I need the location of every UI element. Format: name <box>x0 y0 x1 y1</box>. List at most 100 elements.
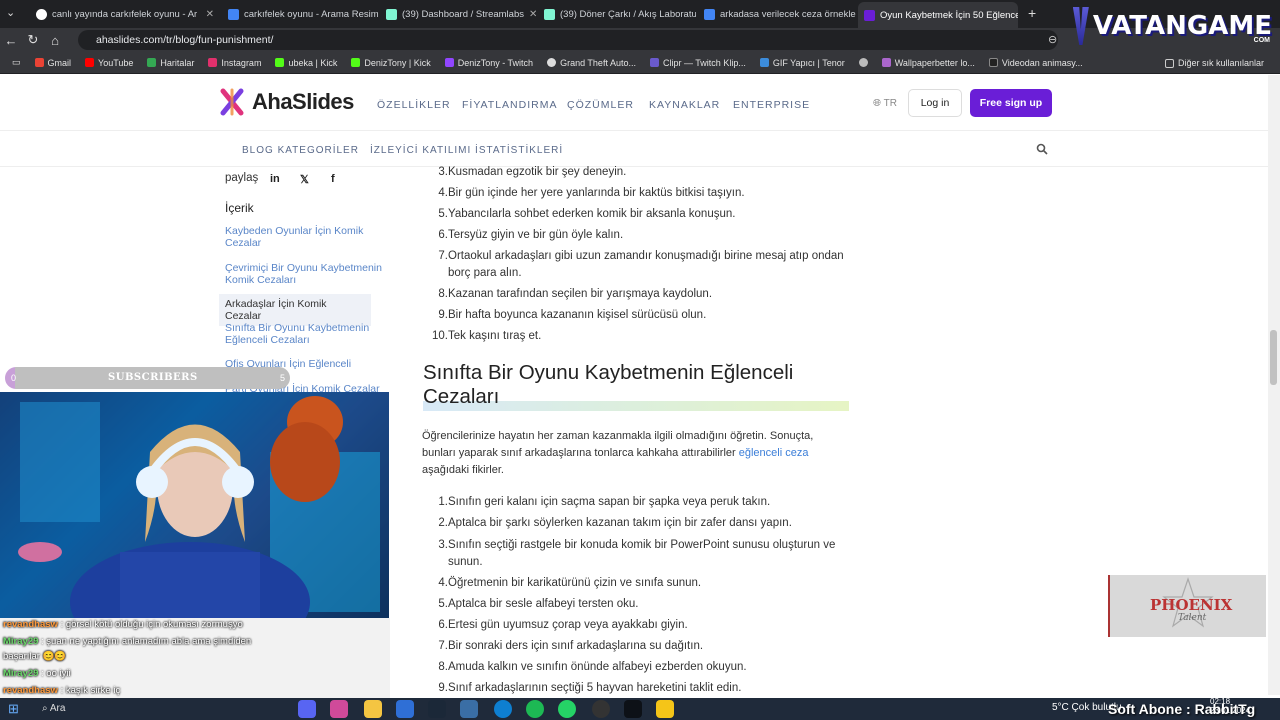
brand-logo[interactable]: AhaSlides <box>220 88 354 116</box>
list-text: Amuda kalkın ve sınıfın önünde alfabeyi … <box>448 661 747 673</box>
list-number: 4. <box>438 187 448 199</box>
taskbar-clock[interactable]: 02:18 23.01.2024 <box>1210 697 1250 715</box>
menu-pricing[interactable]: FİYATLANDIRMA <box>462 99 557 111</box>
tab-title: arkadasa verilecek ceza örnekleri <box>720 8 856 20</box>
bookmark-label: Clipr — Twitch Klip... <box>662 57 746 68</box>
browser-tab-1[interactable]: canlı yayında carkıfelek oyunu - Ar ✕ <box>30 4 220 24</box>
list-number: 4. <box>438 577 448 589</box>
app-icon[interactable] <box>656 700 674 718</box>
menu-solutions[interactable]: ÇÖZÜMLER <box>567 99 634 111</box>
tab-title: carkıfelek oyunu - Arama Resimler <box>244 8 378 20</box>
facebook-icon[interactable]: f <box>331 173 335 185</box>
list-item: 4. Bir gün içinde her yere yanlarında bir… <box>430 185 850 202</box>
list-item: 3. Sınıfın seçtiği rastgele bir konuda ko… <box>430 537 850 568</box>
browser-tab-3[interactable]: (39) Dashboard / Streamlabs ✕ <box>380 4 536 24</box>
bookmark-twitch[interactable]: DenizTony - Twitch <box>439 58 539 68</box>
bookmark-youtube[interactable]: YouTube <box>79 58 139 68</box>
bookmark-kick-deniztony[interactable]: DenizTony | Kick <box>345 58 436 68</box>
tab-favicon-icon <box>544 8 555 20</box>
reload-icon[interactable]: ↻ <box>22 32 44 48</box>
bookmark-wallpaper[interactable]: Wallpaperbetter lo... <box>876 58 981 68</box>
steam-icon[interactable] <box>428 700 446 718</box>
chat-message: revandhasw : görsel kötü olduğu için oku… <box>3 619 243 630</box>
other-bookmarks[interactable]: Diğer sık kullanılanlar <box>1159 58 1270 68</box>
vatangame-overlay: VATANGAME <box>1072 4 1272 48</box>
vatangame-v-icon <box>1072 7 1089 45</box>
linkedin-icon[interactable]: in <box>270 173 280 185</box>
x-twitter-icon[interactable]: 𝕏 <box>300 173 309 186</box>
bookmark-clipr[interactable]: Clipr — Twitch Klip... <box>644 58 752 68</box>
bookmark-maps[interactable]: Haritalar <box>141 58 200 68</box>
browser-tab-active[interactable]: Oyun Kaybetmek İçin 50 Eğlenceli ✕ <box>858 2 1018 28</box>
obs-icon[interactable] <box>592 700 610 718</box>
taskbar-search[interactable]: ⌕ Ara <box>42 703 65 714</box>
bookmark-globe[interactable] <box>853 58 874 67</box>
subnav-blog-categories[interactable]: BLOG KATEGORİLER <box>242 145 359 156</box>
tab-menu-icon[interactable]: ⌄ <box>6 6 15 19</box>
toc-item[interactable]: Sınıfta Bir Oyunu Kaybetmenin Eğlenceli … <box>225 322 390 346</box>
app-icon[interactable] <box>624 700 642 718</box>
fun-punishment-link[interactable]: eğlenceli ceza <box>739 447 809 459</box>
new-tab-icon[interactable]: + <box>1028 5 1036 21</box>
menu-enterprise[interactable]: ENTERPRISE <box>733 99 810 111</box>
browser-tab-2[interactable]: carkıfelek oyunu - Arama Resimler ✕ <box>222 4 378 24</box>
webcam-streamer-image <box>0 392 389 618</box>
bookmark-tenor[interactable]: GIF Yapıcı | Tenor <box>754 58 851 68</box>
bookmark-kick-ubeka[interactable]: ubeka | Kick <box>269 58 343 68</box>
toc-item[interactable]: Kaybeden Oyunlar İçin Komik Cezalar <box>225 225 390 249</box>
list-text: Sınıfın seçtiği rastgele bir konuda komi… <box>448 539 836 568</box>
app-icon[interactable] <box>396 700 414 718</box>
list-number: 3. <box>438 539 448 551</box>
list-text: Kazanan tarafından seçilen bir yarışmaya… <box>448 288 713 300</box>
file-explorer-icon[interactable] <box>364 700 382 718</box>
home-icon[interactable]: ⌂ <box>44 33 66 48</box>
tab-title: (39) Dashboard / Streamlabs <box>402 8 524 20</box>
scrollbar-thumb[interactable] <box>1270 330 1277 385</box>
toc-item[interactable]: Çevrimiçi Bir Oyunu Kaybetmenin Komik Ce… <box>225 262 390 286</box>
signup-button[interactable]: Free sign up <box>970 89 1052 117</box>
bookmark-label: Videodan animasy... <box>1001 57 1083 68</box>
list-number: 7. <box>438 640 448 652</box>
app-icon[interactable] <box>460 700 478 718</box>
bookmark-video[interactable]: Videodan animasy... <box>983 58 1089 68</box>
chat-text: başarılar 😊😊 <box>3 651 67 662</box>
list-item: 3. Kusmadan egzotik bir şey deneyin. <box>430 164 850 181</box>
page-scrollbar[interactable] <box>1268 75 1280 695</box>
chat-message: Miray29 : oo iyii <box>3 668 71 679</box>
list-number: 1. <box>438 496 448 508</box>
chat-text: : kaşık sirke iç <box>60 685 121 696</box>
list-number: 5. <box>438 208 448 220</box>
video-icon <box>988 58 998 67</box>
list-item: 5. Aptalca bir sesle alfabeyi tersten oku… <box>430 596 850 613</box>
stream-chat: revandhasw : görsel kötü olduğu için oku… <box>0 618 390 698</box>
app-icon[interactable] <box>330 700 348 718</box>
bookmark-instagram[interactable]: Instagram <box>202 58 267 68</box>
edge-icon[interactable] <box>494 700 512 718</box>
language-switcher[interactable]: 🌐︎ TR <box>873 98 897 109</box>
menu-features[interactable]: ÖZELLİKLER <box>377 99 451 111</box>
close-icon[interactable]: ✕ <box>529 9 536 20</box>
search-icon[interactable] <box>1036 143 1048 155</box>
extensions-icon[interactable]: ⊖ <box>1048 33 1057 46</box>
windows-start-icon[interactable]: ⊞ <box>8 701 19 717</box>
login-button[interactable]: Log in <box>908 89 962 117</box>
whatsapp-icon[interactable] <box>558 700 576 718</box>
url-bar[interactable]: ahaslides.com/tr/blog/fun-punishment/ <box>78 30 1058 50</box>
list-text: Ortaokul arkadaşları gibi uzun zamandır … <box>448 250 844 279</box>
bookmark-gta[interactable]: Grand Theft Auto... <box>541 58 642 68</box>
back-icon[interactable]: ← <box>0 33 22 48</box>
list-item: 4. Öğretmenin bir karikatürünü çizin ve s… <box>430 575 850 592</box>
browser-tab-4[interactable]: (39) Döner Çarkı / Akış Laboratuvar ✕ <box>538 4 696 24</box>
discord-icon[interactable] <box>298 700 316 718</box>
subnav-audience-stats[interactable]: İZLEYİCİ KATILIMI İSTATİSTİKLERİ <box>370 145 563 156</box>
spotify-icon[interactable] <box>526 700 544 718</box>
menu-resources[interactable]: KAYNAKLAR <box>649 99 720 111</box>
bookmarks-list-icon[interactable]: ▭ <box>6 57 27 68</box>
tab-favicon-icon <box>228 8 239 20</box>
browser-tab-5[interactable]: arkadasa verilecek ceza örnekleri ✕ <box>698 4 856 24</box>
tab-title: Oyun Kaybetmek İçin 50 Eğlenceli <box>880 9 1018 21</box>
bookmark-gmail[interactable]: Gmail <box>29 58 78 68</box>
close-icon[interactable]: ✕ <box>206 9 214 20</box>
globe-icon <box>547 58 557 67</box>
list-item: 5. Yabancılarla sohbet ederken komik bir … <box>430 206 850 223</box>
